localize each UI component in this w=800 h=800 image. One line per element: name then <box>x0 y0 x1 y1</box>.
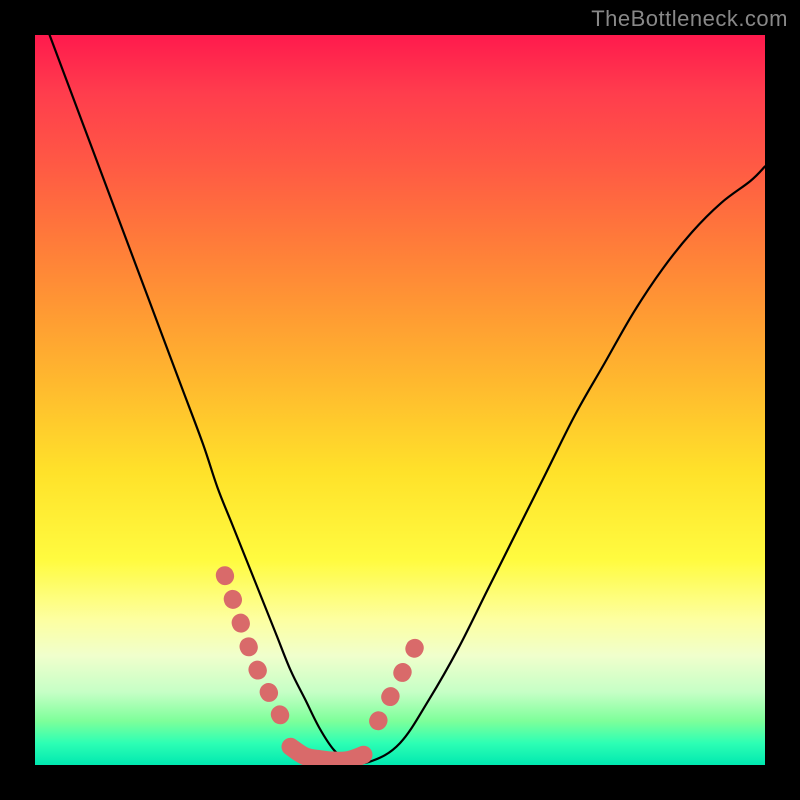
attribution-label: TheBottleneck.com <box>591 6 788 32</box>
curve-svg <box>35 35 765 765</box>
plot-area <box>35 35 765 765</box>
chart-frame: TheBottleneck.com <box>0 0 800 800</box>
highlight-segment-bottom <box>291 747 364 761</box>
highlight-segment-right <box>378 634 422 722</box>
highlight-segment-left <box>225 575 283 721</box>
